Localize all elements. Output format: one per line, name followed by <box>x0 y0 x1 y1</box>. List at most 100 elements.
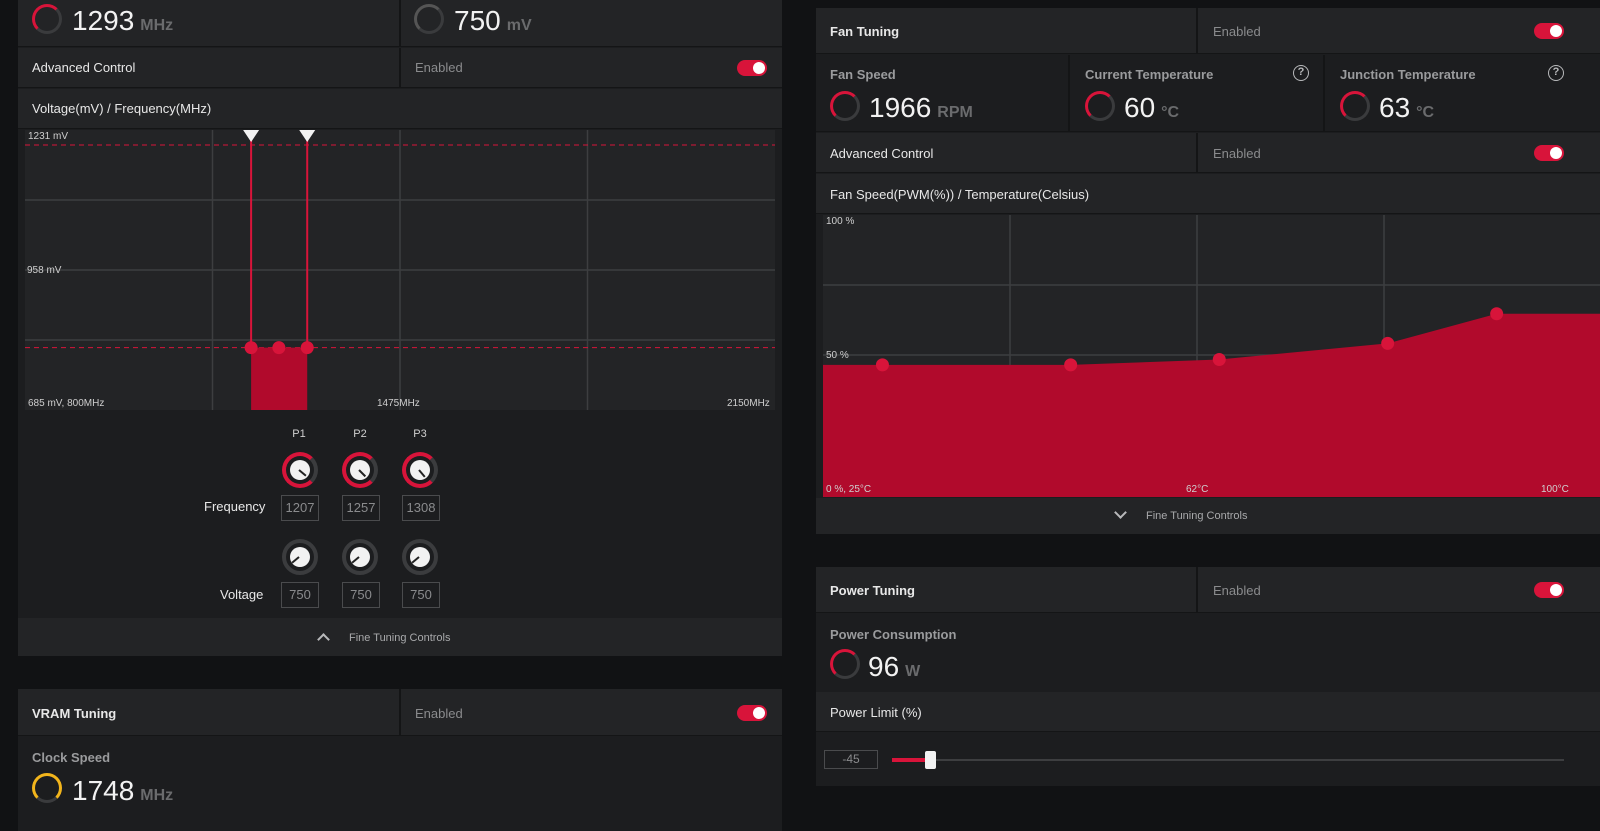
fan-curve-title-row: Fan Speed(PWM(%)) / Temperature(Celsius) <box>816 174 1600 214</box>
chevron-down-icon <box>1114 506 1127 519</box>
fan-metrics-row: Fan Speed 1966 RPM Current Temperature ? … <box>816 55 1600 132</box>
fan-advanced-control-toggle[interactable] <box>1534 145 1564 161</box>
voltage-frequency-chart-svg <box>25 130 775 410</box>
p3-frequency-knob[interactable] <box>402 452 438 488</box>
fan-curve-title: Fan Speed(PWM(%)) / Temperature(Celsius) <box>830 187 1090 202</box>
current-temp-readout: 60 °C <box>1124 92 1179 124</box>
power-limit-input[interactable]: -45 <box>824 750 878 769</box>
vram-state: Enabled <box>415 706 463 721</box>
power-limit-label: Power Limit (%) <box>830 705 922 720</box>
p1-label: P1 <box>292 428 306 440</box>
divider <box>1196 8 1198 53</box>
vram-tuning-panel: VRAM Tuning Enabled Clock Speed 1748 MHz <box>18 689 782 831</box>
fan-data-point-1[interactable] <box>875 358 889 372</box>
p2-voltage-input[interactable]: 750 <box>342 582 380 608</box>
fan-data-point-4[interactable] <box>1381 336 1395 350</box>
divider <box>1323 55 1325 131</box>
junction-temp-value: 63 <box>1379 92 1411 123</box>
gpu-advanced-control-row: Advanced Control Enabled <box>18 48 782 88</box>
current-temp-help-icon[interactable]: ? <box>1293 65 1309 81</box>
power-tuning-toggle[interactable] <box>1534 582 1564 598</box>
p3-voltage-knob[interactable] <box>402 539 438 575</box>
divider <box>399 0 401 46</box>
fan-advanced-control-row: Advanced Control Enabled <box>816 133 1600 173</box>
power-consumption-value: 96 <box>868 651 900 682</box>
vf-origin-label: 685 mV, 800MHz <box>28 398 105 409</box>
fan-fine-tuning-label: Fine Tuning Controls <box>1146 510 1248 522</box>
divider <box>1196 133 1198 172</box>
point-controls: P1 P2 P3 Frequency 1207 1257 1308 Voltag… <box>18 418 782 618</box>
gpu-clock-unit: MHz <box>140 17 174 34</box>
fan-speed-label: Fan Speed <box>830 67 896 82</box>
voltage-gauge-icon <box>414 4 444 34</box>
p1-frequency-input[interactable]: 1207 <box>281 495 319 521</box>
p2-frequency-input[interactable]: 1257 <box>342 495 380 521</box>
fan-tuning-panel: Fan Tuning Enabled Fan Speed 1966 RPM Cur… <box>816 8 1600 534</box>
vf-data-point-3[interactable] <box>300 341 314 355</box>
fan-speed-value: 1966 <box>869 92 932 123</box>
power-limit-slider[interactable] <box>892 751 1564 769</box>
fan-fine-tuning-toggle[interactable]: Fine Tuning Controls <box>816 498 1600 534</box>
vf-data-point-1[interactable] <box>244 341 258 355</box>
voltage-frequency-title-row: Voltage(mV) / Frequency(MHz) <box>18 89 782 129</box>
vram-clock-readout: 1748 MHz <box>72 775 173 807</box>
vf-data-point-2[interactable] <box>272 341 286 355</box>
fan-curve-chart-svg <box>823 215 1600 497</box>
chevron-up-icon <box>317 633 330 646</box>
fan-x-max-label: 100°C <box>1541 484 1569 495</box>
junction-temp-readout: 63 °C <box>1379 92 1434 124</box>
fan-data-point-5[interactable] <box>1490 307 1504 321</box>
power-header-row: Power Tuning Enabled <box>816 567 1600 613</box>
fan-tuning-toggle[interactable] <box>1534 23 1564 39</box>
fan-data-point-2[interactable] <box>1064 358 1078 372</box>
junction-temp-gauge-icon <box>1340 91 1370 121</box>
p1-voltage-knob[interactable] <box>282 539 318 575</box>
p3-label: P3 <box>413 428 427 440</box>
junction-temp-help-icon[interactable]: ? <box>1548 65 1564 81</box>
fan-advanced-control-label: Advanced Control <box>830 146 934 161</box>
power-tuning-state: Enabled <box>1213 583 1261 598</box>
slider-thumb[interactable] <box>925 751 936 769</box>
current-temp-label: Current Temperature <box>1085 67 1214 82</box>
vram-clock-speed-label: Clock Speed <box>32 750 111 765</box>
fan-origin-label: 0 %, 25°C <box>826 484 872 495</box>
fan-speed-readout: 1966 RPM <box>869 92 973 124</box>
p1-voltage-input[interactable]: 750 <box>281 582 319 608</box>
gpu-advanced-control-toggle[interactable] <box>737 60 767 76</box>
fan-curve-chart[interactable]: 100 % 50 % 0 %, 25°C 62°C 100°C <box>823 215 1600 497</box>
p3-frequency-input[interactable]: 1308 <box>402 495 440 521</box>
gpu-tuning-panel: 1293 MHz 750 mV Advanced Control Enabled V… <box>18 0 782 656</box>
vram-clock-gauge-icon <box>32 773 62 803</box>
p2-frequency-knob[interactable] <box>342 452 378 488</box>
p3-voltage-input[interactable]: 750 <box>402 582 440 608</box>
gpu-voltage-unit: mV <box>506 17 532 34</box>
fan-speed-unit: RPM <box>937 104 973 121</box>
current-temp-gauge-icon <box>1085 91 1115 121</box>
vram-title: VRAM Tuning <box>32 706 117 721</box>
p1-frequency-knob[interactable] <box>282 452 318 488</box>
vram-clock-value: 1748 <box>72 775 135 806</box>
junction-temp-unit: °C <box>1416 104 1435 121</box>
divider <box>1196 567 1198 612</box>
power-tuning-panel: Power Tuning Enabled Power Consumption 9… <box>816 567 1600 786</box>
divider <box>399 48 401 87</box>
gpu-fine-tuning-label: Fine Tuning Controls <box>349 632 451 644</box>
clock-gauge-icon <box>32 4 62 34</box>
fan-data-point-3[interactable] <box>1212 353 1226 366</box>
p2-label: P2 <box>353 428 367 440</box>
frequency-row-label: Frequency <box>204 499 266 514</box>
voltage-row-label: Voltage <box>220 587 264 602</box>
current-temp-unit: °C <box>1161 104 1180 121</box>
gpu-fine-tuning-toggle[interactable]: Fine Tuning Controls <box>18 618 782 656</box>
vf-x-mid-label: 1475MHz <box>377 398 420 409</box>
power-consumption-unit: W <box>905 663 921 680</box>
gpu-voltage-value: 750 <box>454 5 501 36</box>
gpu-metrics-row: 1293 MHz 750 mV <box>18 0 782 47</box>
p2-voltage-knob[interactable] <box>342 539 378 575</box>
advanced-control-state: Enabled <box>415 60 463 75</box>
current-temp-value: 60 <box>1124 92 1156 123</box>
fan-y-top-label: 100 % <box>826 216 855 227</box>
vram-tuning-toggle[interactable] <box>737 705 767 721</box>
vf-area-fill <box>251 347 308 410</box>
voltage-frequency-chart[interactable]: 1231 mV 958 mV 685 mV, 800MHz 1475MHz 21… <box>25 130 775 410</box>
